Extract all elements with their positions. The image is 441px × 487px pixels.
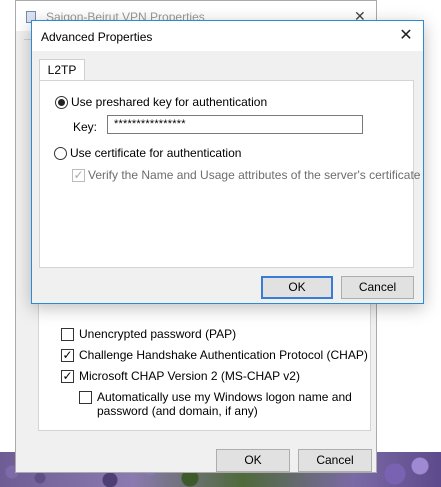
certificate-radio[interactable] bbox=[54, 147, 67, 160]
windows-logon-checkbox[interactable] bbox=[79, 391, 92, 404]
ok-button[interactable]: OK bbox=[216, 449, 290, 472]
dialog-titlebar: Advanced Properties ✕ bbox=[32, 21, 423, 51]
preshared-key-radio[interactable] bbox=[55, 96, 68, 109]
tab-l2tp[interactable]: L2TP bbox=[39, 59, 85, 81]
dialog-cancel-button[interactable]: Cancel bbox=[341, 276, 414, 299]
key-label: Key: bbox=[73, 120, 98, 134]
advanced-properties-dialog: Advanced Properties ✕ L2TP Use preshared… bbox=[31, 20, 424, 304]
certificate-label: Use certificate for authentication bbox=[70, 146, 242, 160]
windows-logon-label-line2: password (and domain, if any) bbox=[97, 404, 258, 418]
cancel-button[interactable]: Cancel bbox=[298, 449, 372, 472]
close-icon[interactable]: ✕ bbox=[398, 28, 414, 44]
verify-certificate-checkbox[interactable]: ✓ bbox=[72, 169, 85, 182]
pap-label: Unencrypted password (PAP) bbox=[79, 327, 237, 341]
mschapv2-label: Microsoft CHAP Version 2 (MS-CHAP v2) bbox=[79, 369, 300, 383]
authentication-options-panel: Unencrypted password (PAP) ✓ Challenge H… bbox=[38, 303, 371, 431]
key-input[interactable]: **************** bbox=[107, 115, 363, 134]
windows-logon-label-line1: Automatically use my Windows logon name … bbox=[97, 390, 352, 404]
dialog-title: Advanced Properties bbox=[41, 30, 153, 44]
chap-checkbox[interactable]: ✓ bbox=[61, 349, 74, 362]
pap-checkbox[interactable] bbox=[61, 328, 74, 341]
dialog-ok-button[interactable]: OK bbox=[261, 276, 333, 299]
verify-certificate-label: Verify the Name and Usage attributes of … bbox=[88, 168, 421, 182]
mschapv2-checkbox[interactable]: ✓ bbox=[61, 370, 74, 383]
chap-label: Challenge Handshake Authentication Proto… bbox=[79, 348, 368, 362]
preshared-key-label: Use preshared key for authentication bbox=[71, 95, 268, 109]
